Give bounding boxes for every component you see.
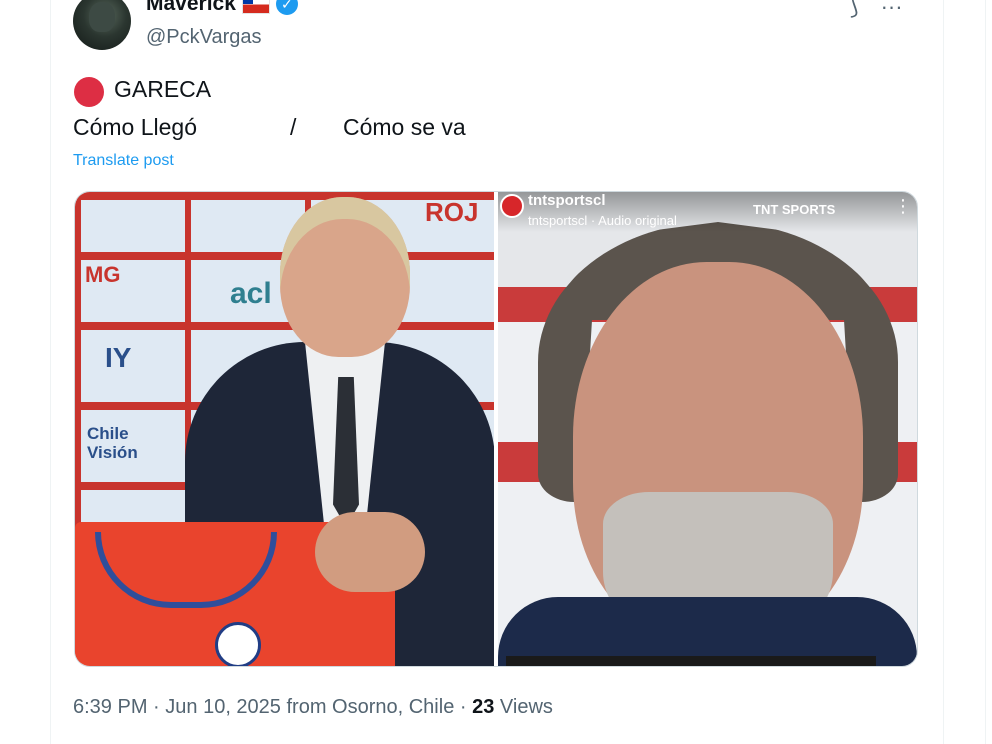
right-caption: Cómo se va <box>343 114 466 140</box>
video-audio-label[interactable]: tntsportscl · Audio original <box>528 213 677 228</box>
post-time[interactable]: 6:39 PM <box>73 696 147 718</box>
meta-separator: · <box>459 696 473 718</box>
video-more-icon[interactable]: ⋮ <box>894 196 912 217</box>
post-location: from Osorno, Chile <box>286 696 455 718</box>
federation-crest-icon <box>215 622 261 666</box>
author-name-row[interactable]: Maverick ✓ <box>146 0 298 16</box>
caption-separator: / <box>290 114 297 140</box>
author-handle[interactable]: @PckVargas <box>146 26 262 49</box>
sponsor-acl: acl <box>230 277 272 310</box>
meta-separator: · <box>153 696 166 718</box>
post-date[interactable]: Jun 10, 2025 <box>165 696 281 718</box>
media-grid: acl Chile Visión IY ROJ MG tntsportscl t… <box>74 191 918 667</box>
photo-arrival[interactable]: acl Chile Visión IY ROJ MG <box>75 192 494 666</box>
photo-departure[interactable]: tntsportscl tntsportscl · Audio original… <box>498 192 917 666</box>
channel-avatar[interactable] <box>500 194 524 218</box>
video-channel-name[interactable]: tntsportscl <box>528 192 606 209</box>
tnt-sports-logo: TNT SPORTS <box>753 202 836 217</box>
post-heading: GARECA <box>114 76 212 102</box>
author-display-name[interactable]: Maverick <box>146 0 236 16</box>
views-label: Views <box>499 696 553 718</box>
left-caption: Cómo Llegó <box>73 114 198 140</box>
tweet-page: Maverick ✓ @PckVargas ⟆ ··· GARECA Cómo … <box>0 0 992 744</box>
hands <box>315 512 425 592</box>
coach-face <box>280 197 410 357</box>
translate-post-link[interactable]: Translate post <box>73 152 174 170</box>
tweet-top-actions: ⟆ ··· <box>850 0 903 20</box>
sponsor-chile-vision: Chile Visión <box>87 424 138 462</box>
right-rail <box>985 0 992 744</box>
sponsor-roj: ROJ <box>425 197 479 227</box>
views-count: 23 <box>472 696 495 718</box>
sponsor-iy: IY <box>105 342 132 373</box>
video-subscribe-banner <box>506 656 876 666</box>
chile-flag-icon <box>241 0 270 14</box>
sponsor-mg: MG <box>85 262 121 287</box>
red-circle-icon <box>74 77 104 107</box>
grok-icon[interactable]: ⟆ <box>850 0 859 20</box>
verified-badge-icon[interactable]: ✓ <box>275 0 298 15</box>
more-icon[interactable]: ··· <box>881 0 903 20</box>
post-metadata: 6:39 PM · Jun 10, 2025 from Osorno, Chil… <box>73 696 553 719</box>
